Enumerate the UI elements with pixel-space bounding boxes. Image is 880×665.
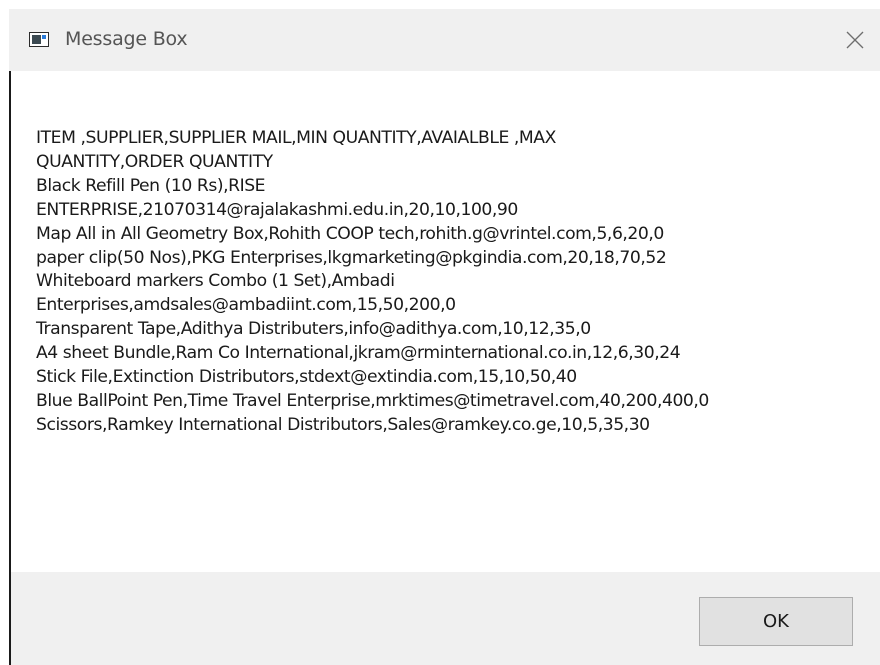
message-line: Stick File,Extinction Distributors,stdex…: [36, 367, 577, 388]
window-title: Message Box: [65, 28, 188, 50]
message-line: Enterprises,amdsales@ambadiint.com,15,50…: [36, 295, 456, 316]
message-line: Black Refill Pen (10 Rs),RISE: [36, 175, 266, 196]
message-line: Map All in All Geometry Box,Rohith COOP …: [36, 223, 664, 244]
message-box-window: Message Box ITEM ,SUPPLIER,SUPPLIER MAIL…: [9, 9, 880, 665]
window-app-icon: [29, 32, 49, 47]
message-line: ENTERPRISE,21070314@rajalakashmi.edu.in,…: [36, 199, 518, 220]
close-icon: [846, 31, 864, 49]
ok-button[interactable]: OK: [699, 597, 853, 646]
message-line: Scissors,Ramkey International Distributo…: [36, 414, 650, 435]
button-footer: OK: [11, 572, 880, 665]
message-line: ITEM ,SUPPLIER,SUPPLIER MAIL,MIN QUANTIT…: [36, 128, 556, 148]
message-text: ITEM ,SUPPLIER,SUPPLIER MAIL,MIN QUANTIT…: [36, 127, 866, 438]
message-line: QUANTITY,ORDER QUANTITY: [36, 151, 273, 172]
title-bar[interactable]: Message Box: [9, 9, 880, 71]
message-line: Whiteboard markers Combo (1 Set),Ambadi: [36, 271, 395, 292]
message-line: paper clip(50 Nos),PKG Enterprises,lkgma…: [36, 247, 667, 268]
message-line: Transparent Tape,Adithya Distributers,in…: [36, 319, 591, 340]
message-line: Blue BallPoint Pen,Time Travel Enterpris…: [36, 390, 709, 411]
message-line: A4 sheet Bundle,Ram Co International,jkr…: [36, 343, 681, 364]
close-button[interactable]: [830, 9, 880, 71]
